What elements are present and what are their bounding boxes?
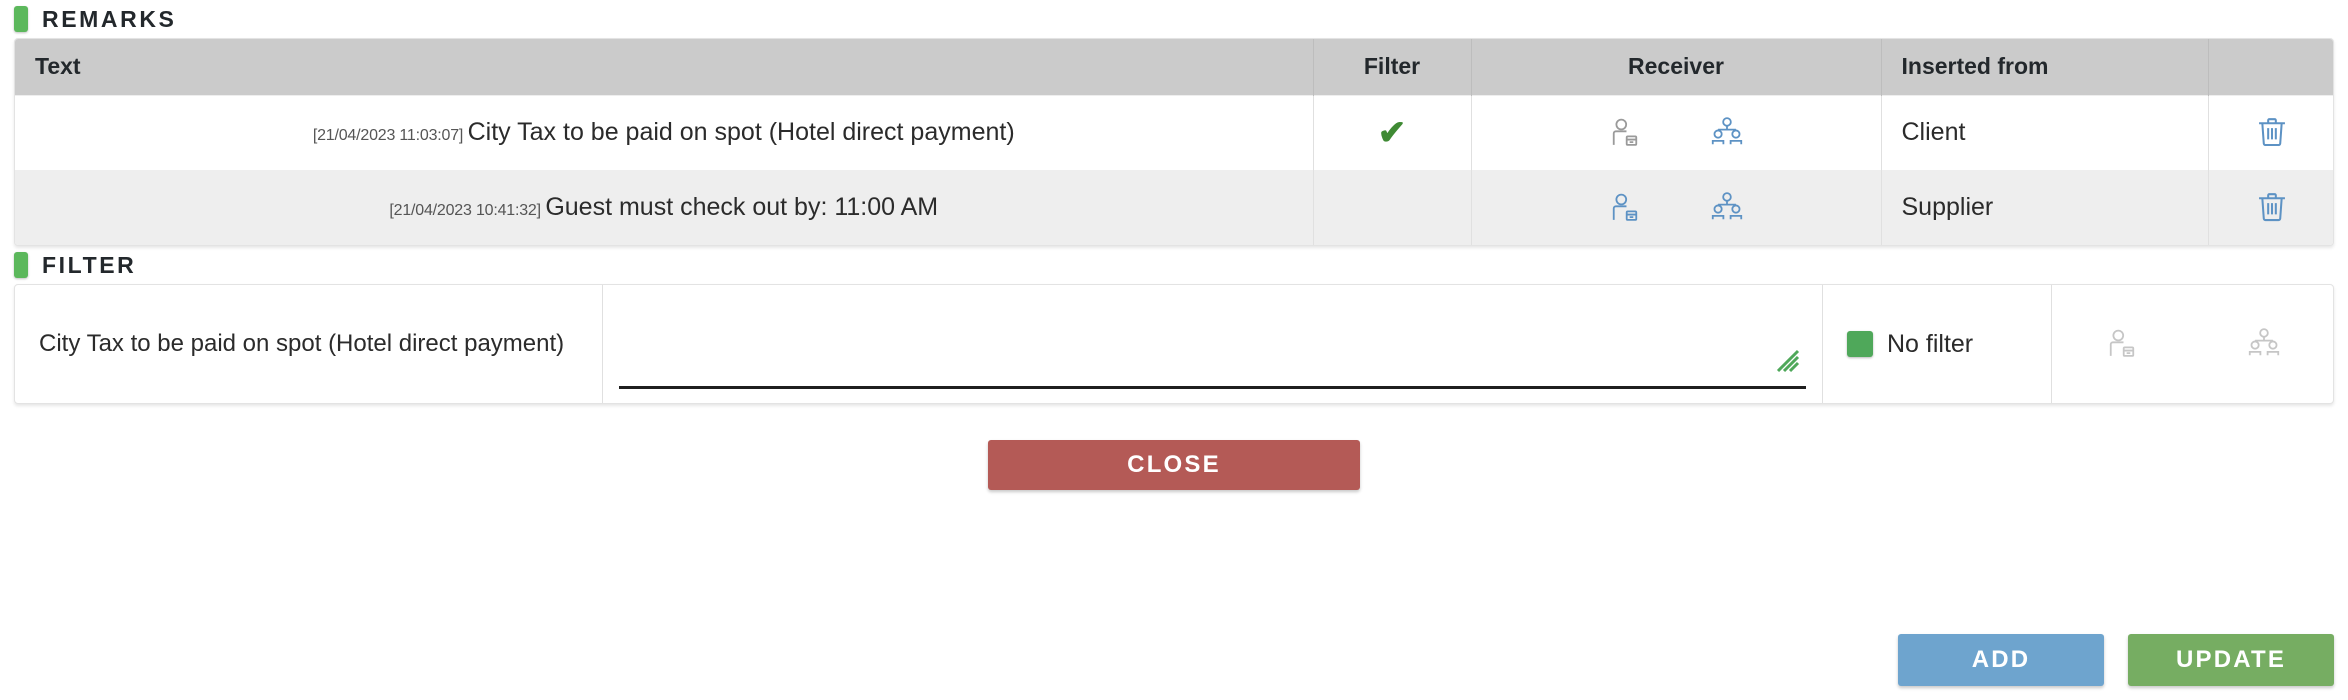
remarks-table-card: Text Filter Receiver Inserted from [21/0… — [14, 38, 2334, 246]
remarks-table-head: Text Filter Receiver Inserted from — [15, 39, 2333, 95]
update-button[interactable]: UPDATE — [2128, 634, 2334, 686]
remarks-table-body: [21/04/2023 11:03:07] City Tax to be pai… — [15, 94, 2333, 245]
no-filter-indicator[interactable]: No filter — [1823, 285, 2052, 403]
remark-timestamp: [21/04/2023 11:03:07] — [312, 127, 464, 144]
trash-icon[interactable] — [2251, 186, 2293, 228]
remark-inserted-from: Supplier — [1881, 169, 2209, 245]
receiver-person-icon[interactable] — [1604, 112, 1646, 154]
resize-grip-icon[interactable] — [1776, 349, 1800, 373]
remark-receiver-cell — [1471, 169, 1882, 245]
filter-remark-label: City Tax to be paid on spot (Hotel direc… — [15, 285, 603, 403]
remarks-section-header: REMARKS — [14, 0, 2334, 38]
remarks-dialog: REMARKS Text Filter Receiver Inserted fr… — [0, 0, 2348, 700]
remark-text: City Tax to be paid on spot (Hotel direc… — [467, 118, 1015, 146]
remark-actions-cell — [2208, 169, 2333, 245]
filter-textarea-wrapper[interactable] — [603, 285, 1823, 403]
remark-text: Guest must check out by: 11:00 AM — [545, 193, 939, 222]
close-button[interactable]: CLOSE — [988, 440, 1360, 490]
filter-receiver-icons — [2052, 285, 2333, 403]
remark-inserted-from: Client — [1881, 94, 2209, 170]
table-row[interactable]: [21/04/2023 11:03:07] City Tax to be pai… — [15, 94, 2333, 170]
column-header-actions — [2208, 39, 2333, 95]
table-header-row: Text Filter Receiver Inserted from — [15, 39, 2333, 95]
filter-section-header: FILTER — [14, 246, 2334, 284]
column-header-receiver: Receiver — [1471, 39, 1882, 95]
remark-actions-cell — [2208, 94, 2333, 170]
remark-timestamp: [21/04/2023 10:41:32] — [389, 202, 541, 220]
section-accent-chip — [14, 252, 28, 278]
receiver-group-icon[interactable] — [1706, 187, 1748, 229]
check-icon: ✔ — [1377, 113, 1407, 152]
receiver-group-icon[interactable] — [1706, 112, 1748, 154]
remarks-section-title: REMARKS — [42, 5, 177, 32]
no-filter-color-swatch — [1847, 331, 1873, 357]
filter-editor-panel: City Tax to be paid on spot (Hotel direc… — [14, 284, 2334, 404]
column-header-filter: Filter — [1313, 39, 1472, 95]
section-accent-chip — [14, 6, 28, 32]
table-row[interactable]: [21/04/2023 10:41:32] Guest must check o… — [15, 169, 2333, 245]
remark-filter-cell — [1313, 169, 1472, 245]
trash-icon[interactable] — [2251, 111, 2293, 153]
add-button[interactable]: ADD — [1898, 634, 2104, 686]
close-button-row: CLOSE — [14, 440, 2334, 490]
receiver-person-icon[interactable] — [2101, 323, 2143, 365]
action-button-row: ADD UPDATE — [1898, 634, 2334, 686]
column-header-inserted-from: Inserted from — [1881, 39, 2209, 95]
remark-receiver-cell — [1471, 94, 1882, 170]
remark-text-cell: [21/04/2023 11:03:07] City Tax to be pai… — [15, 94, 1314, 170]
receiver-person-icon[interactable] — [1604, 187, 1646, 229]
remarks-table: Text Filter Receiver Inserted from [21/0… — [15, 39, 2333, 245]
receiver-group-icon[interactable] — [2243, 323, 2285, 365]
column-header-text: Text — [15, 39, 1314, 95]
input-underline — [619, 386, 1806, 389]
no-filter-label: No filter — [1887, 329, 1974, 358]
remark-text-cell: [21/04/2023 10:41:32] Guest must check o… — [15, 169, 1314, 245]
filter-section-title: FILTER — [42, 251, 137, 278]
remark-filter-cell: ✔ — [1313, 94, 1472, 170]
